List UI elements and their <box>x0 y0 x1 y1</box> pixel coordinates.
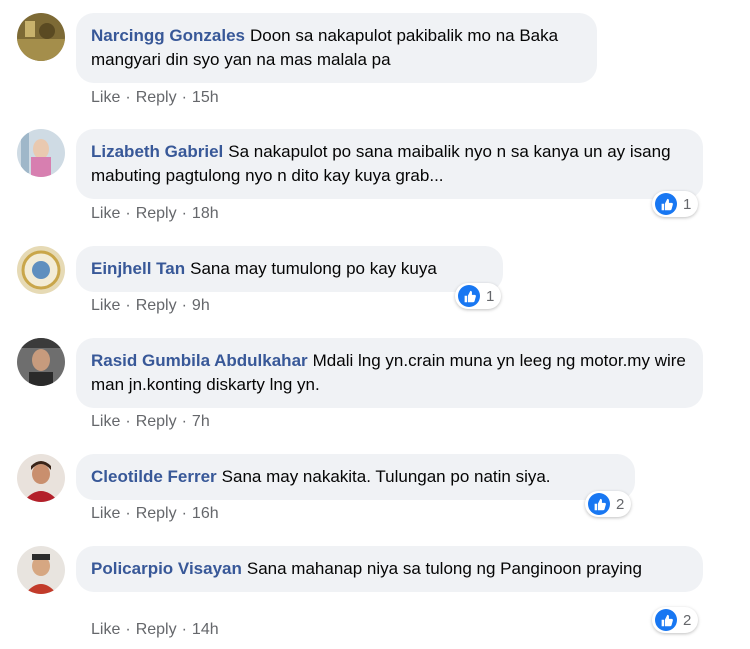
comment-bubble: Lizabeth Gabriel Sa nakapulot po sana mai… <box>76 129 703 199</box>
thumbs-up-icon <box>588 493 610 515</box>
comment-actions: Like · Reply · 9h <box>91 297 210 315</box>
reply-button[interactable]: Reply <box>136 413 177 431</box>
avatar[interactable] <box>17 129 65 177</box>
commenter-name[interactable]: Rasid Gumbila Abdulkahar <box>91 351 308 370</box>
like-button[interactable]: Like <box>91 297 120 315</box>
avatar[interactable] <box>17 338 65 386</box>
reply-button[interactable]: Reply <box>136 505 177 523</box>
separator: · <box>125 413 131 430</box>
separator: · <box>125 297 131 314</box>
timestamp[interactable]: 7h <box>192 413 210 431</box>
like-button[interactable]: Like <box>91 89 120 107</box>
timestamp[interactable]: 9h <box>192 297 210 315</box>
timestamp[interactable]: 18h <box>192 205 219 223</box>
reaction-count[interactable]: 1 <box>652 191 699 217</box>
comment-actions: Like · Reply · 7h <box>91 413 210 431</box>
comment-bubble: Policarpio Visayan Sana mahanap niya sa t… <box>76 546 703 592</box>
separator: · <box>125 505 131 522</box>
commenter-name[interactable]: Policarpio Visayan <box>91 559 242 578</box>
avatar[interactable] <box>17 454 65 502</box>
separator: · <box>181 205 187 222</box>
commenter-name[interactable]: Narcingg Gonzales <box>91 26 245 45</box>
commenter-name[interactable]: Einjhell Tan <box>91 259 185 278</box>
timestamp[interactable]: 15h <box>192 89 219 107</box>
comment-bubble: Einjhell Tan Sana may tumulong po kay kuy… <box>76 246 503 292</box>
reply-button[interactable]: Reply <box>136 205 177 223</box>
comment-bubble: Narcingg Gonzales Doon sa nakapulot pakib… <box>76 13 597 83</box>
comment-actions: Like · Reply · 16h <box>91 505 219 523</box>
thumbs-up-icon <box>655 193 677 215</box>
reaction-count[interactable]: 2 <box>585 491 632 517</box>
separator: · <box>181 621 187 638</box>
thumbs-up-icon <box>655 609 677 631</box>
separator: · <box>125 621 131 638</box>
separator: · <box>125 205 131 222</box>
avatar[interactable] <box>17 13 65 61</box>
like-button[interactable]: Like <box>91 205 120 223</box>
reply-button[interactable]: Reply <box>136 297 177 315</box>
avatar[interactable] <box>17 246 65 294</box>
separator: · <box>181 89 187 106</box>
comment-text: Sana mahanap niya sa tulong ng Panginoon… <box>246 559 642 578</box>
like-button[interactable]: Like <box>91 505 120 523</box>
like-button[interactable]: Like <box>91 413 120 431</box>
reply-button[interactable]: Reply <box>136 621 177 639</box>
comment-bubble: Rasid Gumbila Abdulkahar Mdali lng yn.cra… <box>76 338 703 408</box>
separator: · <box>181 297 187 314</box>
reply-button[interactable]: Reply <box>136 89 177 107</box>
reaction-count[interactable]: 2 <box>652 607 699 633</box>
avatar[interactable] <box>17 546 65 594</box>
timestamp[interactable]: 14h <box>192 621 219 639</box>
commenter-name[interactable]: Lizabeth Gabriel <box>91 142 223 161</box>
comment-actions: Like · Reply · 15h <box>91 89 219 107</box>
comment-text: Sana may tumulong po kay kuya <box>190 259 437 278</box>
comment-actions: Like · Reply · 18h <box>91 205 219 223</box>
comment-bubble: Cleotilde Ferrer Sana may nakakita. Tulun… <box>76 454 635 500</box>
separator: · <box>125 89 131 106</box>
separator: · <box>181 505 187 522</box>
separator: · <box>181 413 187 430</box>
reaction-count[interactable]: 1 <box>455 283 502 309</box>
comment-text: Sana may nakakita. Tulungan po natin siy… <box>221 467 551 486</box>
thumbs-up-icon <box>458 285 480 307</box>
like-button[interactable]: Like <box>91 621 120 639</box>
commenter-name[interactable]: Cleotilde Ferrer <box>91 467 217 486</box>
comment-actions: Like · Reply · 14h <box>91 621 219 639</box>
timestamp[interactable]: 16h <box>192 505 219 523</box>
